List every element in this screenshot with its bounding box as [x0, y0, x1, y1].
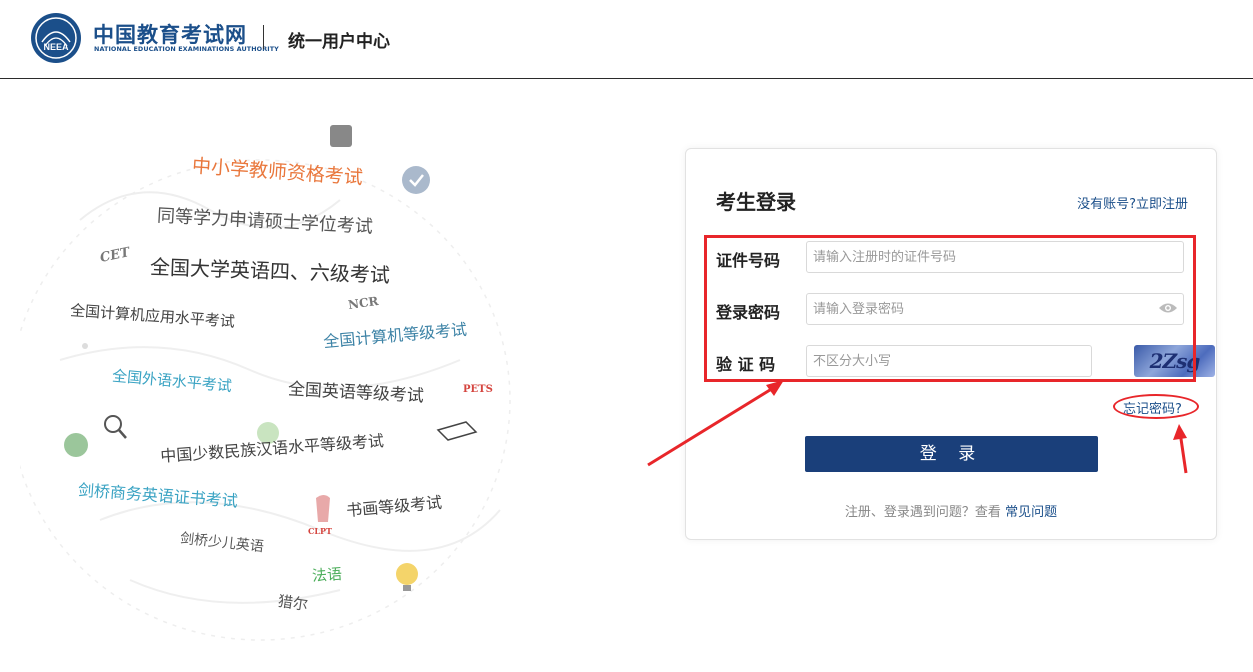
exam-label: 法语 — [311, 564, 343, 586]
annotation-highlight-box — [704, 235, 1196, 382]
logo-emblem-text: NEEA — [43, 42, 69, 52]
neea-logo[interactable]: NEEA — [30, 12, 82, 64]
help-text: 注册、登录遇到问题？查看 常见问题 — [686, 501, 1216, 520]
annotation-highlight-oval — [1113, 394, 1199, 419]
exam-label: 猎尔 — [276, 591, 310, 614]
login-button[interactable]: 登 录 — [805, 436, 1098, 472]
clpt-badge: CLPT — [308, 526, 332, 536]
site-header: NEEA 中国教育考试网 NATIONAL EDUCATION EXAMINAT… — [0, 0, 1253, 79]
pets-badge: PETS — [463, 384, 493, 395]
page-title: 统一用户中心 — [288, 32, 390, 52]
exam-illustration: 中小学教师资格考试 同等学力申请硕士学位考试 全国大学英语四、六级考试 全国计算… — [20, 100, 620, 660]
help-prompt: 注册、登录遇到问题？查看 — [844, 505, 1001, 520]
header-divider — [263, 25, 264, 49]
logo-title-en: NATIONAL EDUCATION EXAMINATIONS AUTHORIT… — [94, 45, 279, 53]
faq-link[interactable]: 常见问题 — [1005, 505, 1057, 520]
register-link[interactable]: 没有账号?立即注册 — [1077, 193, 1188, 212]
login-title: 考生登录 — [716, 190, 796, 214]
